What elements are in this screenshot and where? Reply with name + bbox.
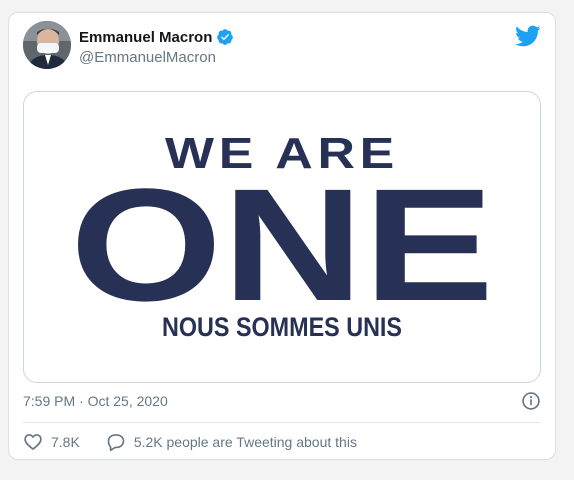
author-display-name[interactable]: Emmanuel Macron (79, 29, 212, 46)
conversation-link[interactable]: 5.2K people are Tweeting about this (106, 432, 357, 452)
author-handle[interactable]: @EmmanuelMacron (79, 49, 216, 66)
like-count: 7.8K (51, 434, 80, 450)
tweet-timestamp[interactable]: 7:59 PM · Oct 25, 2020 (23, 393, 168, 409)
tweet-media-image[interactable]: WE ARE ONE NOUS SOMMES UNIS (23, 91, 541, 383)
divider (23, 422, 541, 423)
like-button[interactable]: 7.8K (23, 432, 80, 452)
headline-main: ONE (70, 155, 494, 334)
heart-icon (24, 434, 42, 450)
twitter-bird-icon[interactable] (515, 23, 541, 49)
verified-badge-icon (217, 29, 234, 45)
avatar-image (23, 21, 71, 69)
we-are-one-graphic: WE ARE ONE NOUS SOMMES UNIS (70, 129, 494, 342)
conversation-text: 5.2K people are Tweeting about this (133, 434, 357, 450)
tweet-actions: 7.8K 5.2K people are Tweeting about this (23, 432, 357, 452)
tweet-card[interactable]: Emmanuel Macron @EmmanuelMacron WE ARE O… (8, 12, 556, 460)
avatar[interactable] (23, 21, 71, 69)
author-name-row[interactable]: Emmanuel Macron (79, 28, 234, 46)
info-icon[interactable] (521, 391, 541, 411)
speech-bubble-icon (107, 434, 125, 452)
subtitle: NOUS SOMMES UNIS (162, 312, 402, 342)
